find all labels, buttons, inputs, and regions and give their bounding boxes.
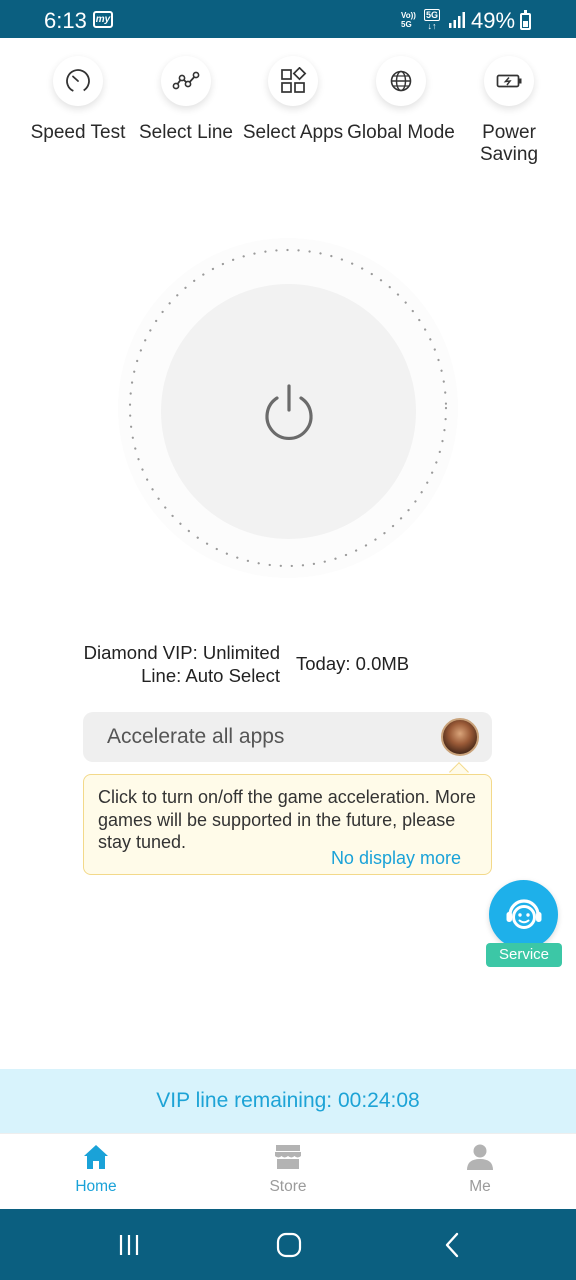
line-status: Line: Auto Select xyxy=(141,665,280,686)
global-mode-button[interactable]: Global Mode xyxy=(346,56,456,144)
select-apps-icon-circle xyxy=(268,56,318,106)
nav-me-label: Me xyxy=(469,1178,491,1195)
apps-grid-icon xyxy=(281,67,307,93)
service-button[interactable] xyxy=(489,880,558,949)
speed-test-label: Speed Test xyxy=(30,122,126,143)
store-icon xyxy=(275,1145,301,1169)
select-apps-label: Select Apps xyxy=(242,122,344,143)
power-saving-button[interactable]: Power Saving xyxy=(454,56,564,166)
select-apps-button[interactable]: Select Apps xyxy=(238,56,348,144)
app-screen: 6:13 my Vo)) 5G 5G ↓↑ 49% Speed Test Sel… xyxy=(0,0,576,1280)
network-type-icon: 5G ↓↑ xyxy=(424,9,441,31)
network-type-label: 5G xyxy=(424,9,441,21)
back-chevron-icon xyxy=(445,1232,459,1258)
accelerate-apps-bar[interactable]: Accelerate all apps xyxy=(83,712,492,762)
speedometer-icon xyxy=(66,69,90,93)
system-nav-bar xyxy=(0,1209,576,1280)
select-line-icon-circle xyxy=(161,56,211,106)
global-mode-label: Global Mode xyxy=(347,122,455,143)
service-label[interactable]: Service xyxy=(486,943,562,967)
app-notification-icon: my xyxy=(93,11,113,28)
volte-icon: Vo)) 5G xyxy=(401,11,416,29)
power-saving-icon-circle xyxy=(484,56,534,106)
volte-label: Vo)) xyxy=(401,11,416,20)
battery-icon xyxy=(496,74,522,88)
game-avatar-icon[interactable] xyxy=(441,718,479,756)
recent-apps-icon xyxy=(119,1235,139,1255)
status-bar: 6:13 my Vo)) 5G 5G ↓↑ 49% xyxy=(0,0,576,38)
power-icon xyxy=(264,383,313,440)
nav-home-label: Home xyxy=(75,1178,117,1195)
vip-status: Diamond VIP: Unlimited xyxy=(83,642,280,663)
today-usage: Today: 0.0MB xyxy=(296,653,410,674)
vip-remaining-banner: VIP line remaining: 00:24:08 xyxy=(0,1069,576,1133)
status-time: 6:13 xyxy=(44,8,87,33)
power-saving-label: Power Saving xyxy=(479,122,539,165)
acceleration-tooltip: Click to turn on/off the game accelerati… xyxy=(83,774,492,875)
nav-store-label: Store xyxy=(269,1178,307,1195)
home-icon xyxy=(84,1145,108,1169)
select-line-button[interactable]: Select Line xyxy=(131,56,241,144)
tooltip-text: Click to turn on/off the game accelerati… xyxy=(98,787,476,852)
battery-percent: 49% xyxy=(471,8,516,33)
headset-face-icon xyxy=(506,898,541,929)
global-mode-icon-circle xyxy=(376,56,426,106)
home-system-button[interactable] xyxy=(269,1229,309,1261)
no-display-more-link[interactable]: No display more xyxy=(331,848,461,869)
globe-icon xyxy=(390,70,412,92)
line-nodes-icon xyxy=(172,71,200,90)
plan-info: Diamond VIP: Unlimited Line: Auto Select xyxy=(40,641,280,687)
bottom-nav: Home Store Me xyxy=(0,1133,576,1209)
select-line-label: Select Line xyxy=(138,122,233,143)
speed-test-button[interactable]: Speed Test xyxy=(23,56,133,144)
recent-apps-button[interactable] xyxy=(109,1229,149,1261)
power-button[interactable] xyxy=(161,284,416,539)
person-icon xyxy=(467,1144,493,1170)
nav-home[interactable]: Home xyxy=(41,1142,151,1196)
back-button[interactable] xyxy=(432,1229,472,1261)
speed-test-icon-circle xyxy=(53,56,103,106)
nav-store[interactable]: Store xyxy=(233,1142,343,1196)
battery-icon xyxy=(520,10,531,30)
home-circle-icon xyxy=(276,1232,302,1258)
signal-icon xyxy=(449,12,465,28)
accelerate-apps-label: Accelerate all apps xyxy=(107,725,285,748)
nav-me[interactable]: Me xyxy=(425,1142,535,1196)
volte-sub-label: 5G xyxy=(401,20,412,29)
data-arrows-icon: ↓↑ xyxy=(427,21,437,31)
